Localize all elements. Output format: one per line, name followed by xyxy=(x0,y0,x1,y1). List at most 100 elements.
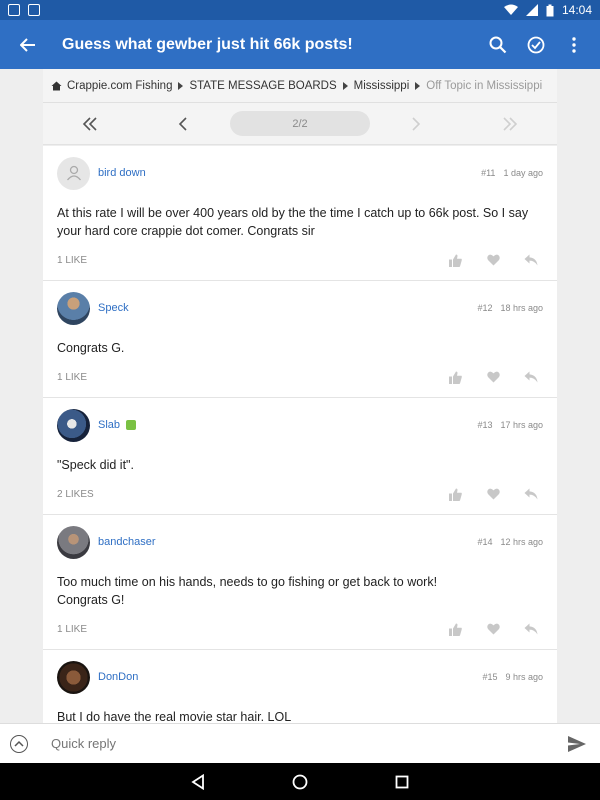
previous-page-button[interactable] xyxy=(172,113,194,135)
first-page-button[interactable] xyxy=(79,113,101,135)
more-vert-icon xyxy=(572,36,576,53)
overflow-menu-button[interactable] xyxy=(560,31,588,59)
back-button[interactable] xyxy=(0,20,56,69)
breadcrumb-item-mississippi[interactable]: Mississippi xyxy=(354,80,427,92)
avatar[interactable] xyxy=(57,660,90,694)
triangle-back-icon xyxy=(191,773,204,790)
battery-icon xyxy=(546,4,554,16)
post-time: 9 hrs ago xyxy=(505,672,543,682)
like-button[interactable] xyxy=(447,486,463,502)
expand-reply-button[interactable] xyxy=(10,734,28,753)
avatar[interactable] xyxy=(57,525,90,559)
search-icon xyxy=(489,36,507,53)
post-time: 17 hrs ago xyxy=(500,420,543,430)
avatar[interactable] xyxy=(57,156,90,190)
sim-notification-icon xyxy=(28,4,40,16)
quick-reply-input[interactable] xyxy=(51,736,531,751)
breadcrumb-item-forum[interactable]: Crappie.com Fishing xyxy=(67,80,189,92)
post-number[interactable]: #13 xyxy=(477,420,492,430)
post-number[interactable]: #11 xyxy=(481,168,495,178)
post-username[interactable]: Speck xyxy=(98,302,129,314)
reply-icon xyxy=(524,371,538,383)
search-button[interactable] xyxy=(484,31,512,59)
post-time: 1 day ago xyxy=(503,168,543,178)
love-button[interactable] xyxy=(485,486,501,502)
thumb-up-icon xyxy=(448,254,462,267)
post-list[interactable]: bird down #11 1 day ago At this rate I wi… xyxy=(43,146,557,724)
post-number[interactable]: #14 xyxy=(477,537,492,547)
post-item: Speck #12 18 hrs ago Congrats G. 1 LIKE xyxy=(43,281,557,398)
system-back-button[interactable] xyxy=(188,772,208,792)
post-username[interactable]: DonDon xyxy=(98,671,138,683)
post-username[interactable]: Slab xyxy=(98,419,120,431)
staff-badge-icon xyxy=(126,420,137,430)
system-home-button[interactable] xyxy=(290,772,310,792)
post-username[interactable]: bird down xyxy=(98,167,146,179)
next-page-button[interactable] xyxy=(405,113,427,135)
post-item: Slab #13 17 hrs ago "Speck did it". 2 LIK… xyxy=(43,398,557,515)
reply-button[interactable] xyxy=(523,369,539,385)
heart-icon xyxy=(486,254,500,266)
like-button[interactable] xyxy=(447,252,463,268)
reply-icon xyxy=(524,254,538,266)
love-button[interactable] xyxy=(485,621,501,637)
double-chevron-left-icon xyxy=(82,117,97,131)
arrow-back-icon xyxy=(20,37,35,52)
status-time: 14:04 xyxy=(561,3,592,17)
breadcrumb-arrow-icon xyxy=(178,81,184,90)
post-time: 18 hrs ago xyxy=(500,303,543,313)
like-count[interactable]: 2 LIKES xyxy=(57,489,94,500)
post-item: bird down #11 1 day ago At this rate I wi… xyxy=(43,146,557,281)
avatar[interactable] xyxy=(57,408,90,442)
post-content: But I do have the real movie star hair. … xyxy=(57,710,292,724)
avatar[interactable] xyxy=(57,291,90,325)
last-page-button[interactable] xyxy=(499,113,521,135)
default-user-icon xyxy=(66,165,81,181)
reply-button[interactable] xyxy=(523,252,539,268)
like-button[interactable] xyxy=(447,621,463,637)
home-icon xyxy=(51,81,62,90)
post-content: Too much time on his hands, needs to go … xyxy=(57,575,438,607)
reply-icon xyxy=(524,623,538,635)
post-username[interactable]: bandchaser xyxy=(98,536,156,548)
post-content: At this rate I will be over 400 years ol… xyxy=(57,206,529,238)
send-icon xyxy=(568,735,586,752)
heart-icon xyxy=(486,488,500,500)
page-indicator[interactable]: 2/2 xyxy=(230,111,370,136)
like-button[interactable] xyxy=(447,369,463,385)
post-content: Congrats G. xyxy=(57,341,125,355)
send-button[interactable] xyxy=(566,733,588,755)
reply-button[interactable] xyxy=(523,486,539,502)
circle-home-icon xyxy=(292,774,308,789)
post-content: "Speck did it". xyxy=(57,458,134,472)
chevron-up-icon xyxy=(14,740,24,747)
love-button[interactable] xyxy=(485,252,501,268)
like-count[interactable]: 1 LIKE xyxy=(57,255,87,266)
mark-read-button[interactable] xyxy=(522,31,550,59)
double-chevron-right-icon xyxy=(503,117,518,131)
post-number[interactable]: #15 xyxy=(482,672,497,682)
thumb-up-icon xyxy=(448,623,462,636)
post-item: DonDon #15 9 hrs ago But I do have the re… xyxy=(43,650,557,724)
wifi-icon xyxy=(503,4,518,15)
post-time: 12 hrs ago xyxy=(500,537,543,547)
breadcrumb: Crappie.com Fishing STATE MESSAGE BOARDS… xyxy=(43,69,557,103)
system-recents-button[interactable] xyxy=(392,772,412,792)
app-bar: Guess what gewber just hit 66k posts! xyxy=(0,20,600,69)
breadcrumb-item-off-topic[interactable]: Off Topic in Mississippi xyxy=(426,80,542,92)
quick-reply-bar xyxy=(0,723,600,763)
reply-button[interactable] xyxy=(523,621,539,637)
system-navigation-bar xyxy=(0,763,600,800)
square-recents-icon xyxy=(395,775,409,788)
pagination-bar: 2/2 xyxy=(43,103,557,145)
heart-icon xyxy=(486,371,500,383)
post-number[interactable]: #12 xyxy=(477,303,492,313)
like-count[interactable]: 1 LIKE xyxy=(57,624,87,635)
like-count[interactable]: 1 LIKE xyxy=(57,372,87,383)
breadcrumb-item-state-boards[interactable]: STATE MESSAGE BOARDS xyxy=(189,80,353,92)
chevron-left-icon xyxy=(178,117,187,131)
post-item: bandchaser #14 12 hrs ago Too much time o… xyxy=(43,515,557,650)
image-notification-icon xyxy=(8,4,20,16)
love-button[interactable] xyxy=(485,369,501,385)
breadcrumb-arrow-icon xyxy=(415,81,421,90)
